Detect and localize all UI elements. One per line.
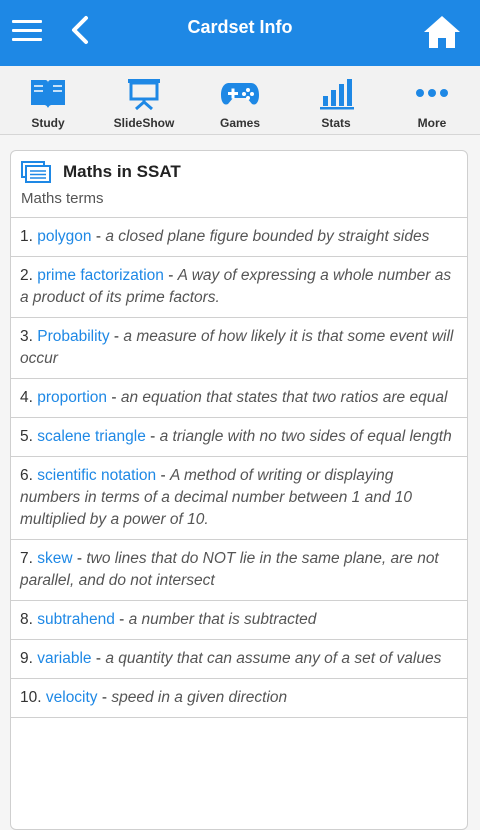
toolbar-slideshow-label: SlideShow — [113, 116, 175, 130]
card-list-item[interactable]: 9. variable - a quantity that can assume… — [11, 640, 467, 679]
card-number: 8. — [20, 611, 33, 628]
toolbar-slideshow-button[interactable]: SlideShow — [96, 66, 192, 134]
card-term-link[interactable]: prime factorization — [37, 267, 164, 284]
home-icon[interactable] — [422, 14, 462, 50]
card-number: 3. — [20, 328, 33, 345]
card-number: 6. — [20, 467, 33, 484]
toolbar-study-label: Study — [31, 116, 65, 130]
card-separator: - — [114, 611, 129, 628]
card-number: 5. — [20, 428, 33, 445]
card-definition: a closed plane figure bounded by straigh… — [105, 228, 430, 245]
toolbar-study-button[interactable]: Study — [0, 66, 96, 134]
cardset-title: Maths in SSAT — [63, 162, 181, 181]
card-list: 1. polygon - a closed plane figure bound… — [11, 218, 467, 718]
card-separator: - — [91, 650, 106, 667]
page-title: Cardset Info — [187, 17, 293, 37]
card-term-link[interactable]: Probability — [37, 328, 109, 345]
card-list-item[interactable]: 4. proportion - an equation that states … — [11, 379, 467, 418]
card-term-link[interactable]: polygon — [37, 228, 91, 245]
card-number: 7. — [20, 550, 33, 567]
card-definition: a number that is subtracted — [128, 611, 317, 628]
cardset-stack-icon — [21, 161, 51, 183]
card-definition: a triangle with no two sides of equal le… — [159, 428, 452, 445]
card-separator: - — [145, 428, 160, 445]
card-separator: - — [72, 550, 87, 567]
card-list-item[interactable]: 5. scalene triangle - a triangle with no… — [11, 418, 467, 457]
card-list-item[interactable]: 8. subtrahend - a number that is subtrac… — [11, 601, 467, 640]
toolbar-games-label: Games — [219, 116, 261, 130]
card-separator: - — [109, 328, 124, 345]
card-term-link[interactable]: velocity — [46, 689, 98, 706]
cardset-description: Maths terms — [21, 190, 104, 207]
cardset-header: Maths in SSAT Maths terms — [11, 151, 467, 218]
toolbar-more-button[interactable]: More — [384, 66, 480, 134]
toolbar: Study SlideShow Games Stats More — [0, 66, 480, 135]
card-list-item[interactable]: 6. scientific notation - A method of wri… — [11, 457, 467, 540]
card-list-item[interactable]: 2. prime factorization - A way of expres… — [11, 257, 467, 318]
toolbar-games-button[interactable]: Games — [192, 66, 288, 134]
card-separator: - — [97, 689, 112, 706]
card-number: 1. — [20, 228, 33, 245]
card-term-link[interactable]: scalene triangle — [37, 428, 146, 445]
card-number: 4. — [20, 389, 33, 406]
card-list-item[interactable]: 10. velocity - speed in a given directio… — [11, 679, 467, 718]
more-dots-icon — [416, 89, 448, 97]
card-list-item[interactable]: 3. Probability - a measure of how likely… — [11, 318, 467, 379]
card-separator: - — [107, 389, 121, 406]
toolbar-stats-button[interactable]: Stats — [288, 66, 384, 134]
card-definition: a quantity that can assume any of a set … — [105, 650, 442, 667]
toolbar-stats-label: Stats — [321, 116, 351, 130]
toolbar-more-label: More — [417, 116, 447, 130]
card-definition: an equation that states that two ratios … — [120, 389, 448, 406]
presentation-icon — [128, 79, 160, 110]
card-term-link[interactable]: variable — [37, 650, 91, 667]
card-number: 10. — [20, 689, 42, 706]
card-separator: - — [156, 467, 170, 484]
card-term-link[interactable]: subtrahend — [37, 611, 115, 628]
card-number: 9. — [20, 650, 33, 667]
book-icon — [31, 80, 65, 108]
card-separator: - — [163, 267, 178, 284]
card-term-link[interactable]: skew — [37, 550, 72, 567]
card-list-item[interactable]: 7. skew - two lines that do NOT lie in t… — [11, 540, 467, 601]
card-list-item[interactable]: 1. polygon - a closed plane figure bound… — [11, 218, 467, 257]
card-definition: speed in a given direction — [111, 689, 288, 706]
card-term-link[interactable]: scientific notation — [37, 467, 156, 484]
app-bar: Cardset Info — [0, 0, 480, 66]
card-separator: - — [91, 228, 106, 245]
card-term-link[interactable]: proportion — [37, 389, 107, 406]
card-number: 2. — [20, 267, 33, 284]
gamepad-icon — [221, 83, 259, 105]
bar-chart-icon — [320, 79, 354, 110]
cardset-card: Maths in SSAT Maths terms 1. polygon - a… — [10, 150, 468, 830]
